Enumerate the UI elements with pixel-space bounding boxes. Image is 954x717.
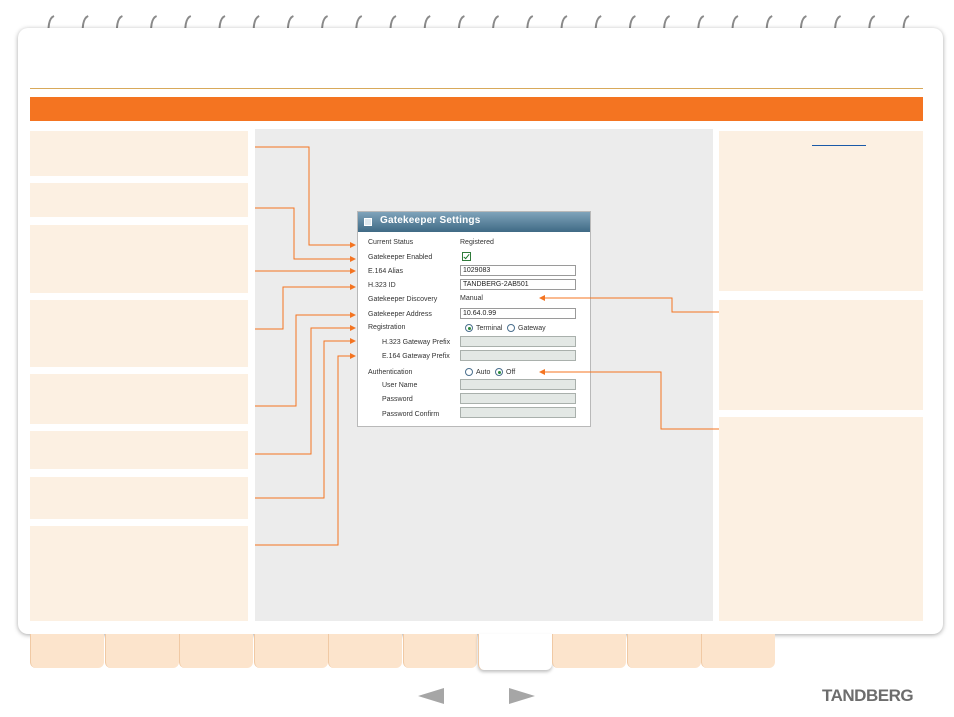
chapter-tab[interactable] [626, 634, 701, 668]
chapter-tab[interactable] [179, 634, 254, 668]
connector-line [255, 353, 356, 546]
chapter-tab[interactable] [477, 634, 552, 670]
callout-connectors [255, 146, 719, 546]
connector-line [255, 207, 356, 262]
brand-logo: TANDBERG [822, 686, 914, 705]
chapter-tab[interactable] [253, 634, 328, 668]
chapter-tab[interactable] [403, 634, 477, 668]
connector-line [255, 338, 356, 499]
connector-line [255, 284, 356, 330]
connector-line [539, 369, 719, 430]
chapter-tabs [0, 634, 954, 674]
chapter-tab[interactable] [104, 634, 179, 668]
chapter-tab[interactable] [328, 634, 403, 668]
previous-page-icon[interactable] [418, 688, 444, 704]
connector-line [255, 325, 356, 455]
connector-line [539, 295, 719, 313]
chapter-tab[interactable] [701, 634, 776, 668]
chapter-tab[interactable] [552, 634, 627, 668]
chapter-tab[interactable] [30, 634, 104, 668]
connector-line [255, 146, 356, 248]
next-page-icon[interactable] [509, 688, 535, 704]
